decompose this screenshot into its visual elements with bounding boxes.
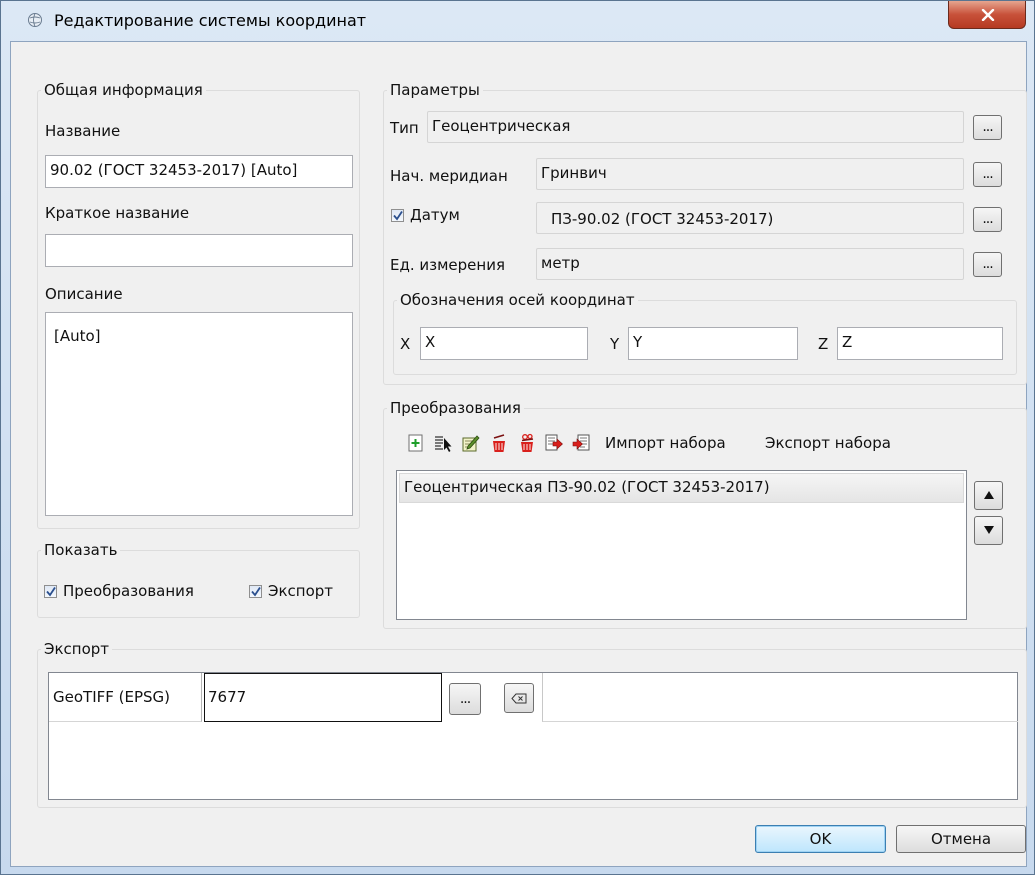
export-browse-button[interactable]: ...	[449, 683, 481, 715]
name-field[interactable]: 90.02 (ГОСТ 32453-2017) [Auto]	[45, 155, 353, 188]
cancel-button[interactable]: Отмена	[896, 825, 1026, 853]
export-code-value: 7677	[208, 688, 247, 706]
close-button[interactable]	[948, 1, 1026, 29]
axis-z-label: Z	[818, 335, 829, 353]
move-down-button[interactable]	[974, 516, 1003, 545]
title-bar[interactable]: Редактирование системы координат	[1, 1, 1034, 41]
export-icon[interactable]	[545, 433, 563, 453]
show-group: Показать	[37, 541, 360, 618]
close-icon	[981, 9, 995, 21]
type-browse-button[interactable]: ...	[973, 115, 1002, 140]
meridian-label: Нач. меридиан	[390, 167, 508, 185]
type-field: Геоцентрическая	[427, 111, 964, 143]
export-row-spacer	[542, 673, 1018, 722]
transforms-legend: Преобразования	[390, 399, 521, 417]
units-field: метр	[536, 248, 964, 280]
backspace-icon	[511, 693, 527, 704]
checkmark-icon	[251, 587, 261, 597]
datum-field: ПЗ-90.02 (ГОСТ 32453-2017)	[536, 202, 964, 234]
checkmark-icon	[46, 587, 56, 597]
description-label: Описание	[45, 285, 123, 303]
import-set-button[interactable]: Импорт набора	[605, 434, 726, 452]
dialog-window: Редактирование системы координат Общая и…	[0, 0, 1035, 875]
list-item[interactable]: Геоцентрическая ПЗ-90.02 (ГОСТ 32453-201…	[399, 473, 964, 503]
show-export-checkbox[interactable]	[249, 585, 262, 598]
export-row-label: GeoTIFF (EPSG)	[53, 688, 171, 706]
parameters-legend: Параметры	[390, 81, 480, 99]
export-table: GeoTIFF (EPSG) 7677 ...	[48, 672, 1018, 800]
datum-browse-button[interactable]: ...	[973, 207, 1002, 232]
transforms-list[interactable]: Геоцентрическая ПЗ-90.02 (ГОСТ 32453-201…	[396, 470, 967, 620]
export-legend: Экспорт	[44, 640, 110, 658]
name-label: Название	[45, 122, 121, 140]
triangle-down-icon	[984, 526, 994, 534]
add-icon[interactable]	[407, 433, 425, 453]
dialog-client-area: Общая информация Название 90.02 (ГОСТ 32…	[10, 41, 1027, 867]
meridian-browse-button[interactable]: ...	[973, 162, 1002, 187]
import-icon[interactable]	[572, 433, 590, 453]
select-icon[interactable]	[434, 433, 452, 453]
ok-button[interactable]: OK	[755, 825, 886, 853]
axis-x-label: X	[400, 335, 411, 353]
move-up-button[interactable]	[974, 481, 1003, 510]
show-legend: Показать	[44, 541, 118, 559]
description-field[interactable]: [Auto]	[45, 312, 353, 516]
export-set-button[interactable]: Экспорт набора	[765, 434, 891, 452]
delete-icon[interactable]	[490, 433, 508, 453]
axis-z-field[interactable]: Z	[837, 327, 1003, 360]
axis-y-label: Y	[610, 335, 620, 353]
triangle-up-icon	[984, 491, 994, 499]
datum-checkbox[interactable]	[391, 209, 404, 222]
export-clear-button[interactable]	[504, 683, 534, 713]
export-row-header: GeoTIFF (EPSG)	[49, 673, 202, 722]
meridian-field: Гринвич	[536, 158, 964, 190]
general-info-legend: Общая информация	[44, 81, 203, 99]
axis-y-field[interactable]: Y	[628, 327, 798, 360]
edit-icon[interactable]	[462, 433, 480, 453]
short-name-field[interactable]	[45, 234, 353, 267]
checkmark-icon	[393, 211, 403, 221]
short-name-label: Краткое название	[45, 204, 190, 222]
show-transforms-checkbox[interactable]	[44, 585, 57, 598]
delete-all-icon[interactable]	[518, 433, 536, 453]
units-browse-button[interactable]: ...	[973, 252, 1002, 277]
window-title: Редактирование системы координат	[54, 11, 367, 30]
show-transforms-label: Преобразования	[63, 582, 194, 600]
export-code-field[interactable]: 7677	[204, 673, 442, 722]
units-label: Ед. измерения	[390, 256, 505, 274]
axes-legend: Обозначения осей координат	[400, 291, 635, 309]
datum-label: Датум	[410, 206, 460, 224]
axis-x-field[interactable]: X	[420, 327, 588, 360]
show-export-label: Экспорт	[268, 582, 334, 600]
type-label: Тип	[390, 119, 419, 137]
globe-icon	[28, 13, 42, 27]
